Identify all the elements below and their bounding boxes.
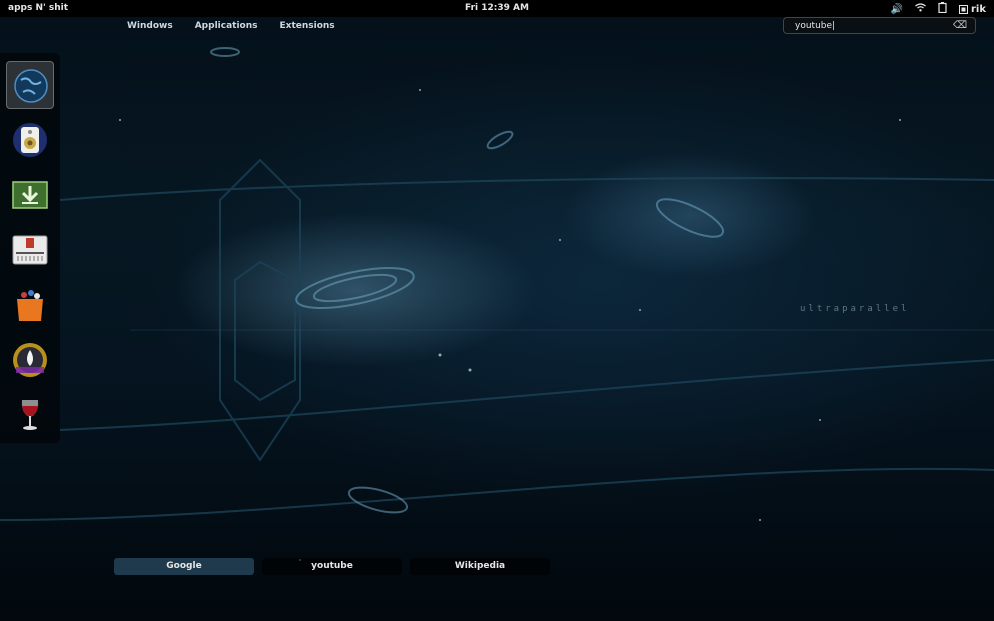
desktop: ultraparallel apps N' shit Fri 12:39 AM …	[0, 0, 994, 621]
wifi-icon[interactable]	[915, 3, 926, 15]
provider-wikipedia-button[interactable]: Wikipedia	[410, 558, 550, 575]
shopping-bag-icon	[17, 290, 43, 321]
user-icon	[958, 4, 968, 14]
clock[interactable]: Fri 12:39 AM	[0, 3, 994, 13]
dash-item-download[interactable]	[6, 171, 54, 219]
search-value: youtube|	[795, 21, 836, 31]
dash	[0, 53, 60, 443]
provider-google-button[interactable]: Google	[114, 558, 254, 575]
dash-item-globe[interactable]	[6, 61, 54, 109]
system-tray: 🔊 rik	[891, 2, 986, 16]
top-panel: apps N' shit Fri 12:39 AM 🔊 rik	[0, 0, 994, 17]
dash-item-wine[interactable]	[6, 391, 54, 439]
provider-youtube-button[interactable]: youtube	[262, 558, 402, 575]
mount-icon	[13, 343, 47, 377]
download-icon	[12, 181, 48, 209]
tab-applications[interactable]: Applications	[195, 21, 258, 31]
globe-icon	[14, 69, 48, 103]
speaker-icon	[13, 123, 47, 157]
dash-item-speaker[interactable]	[6, 116, 54, 164]
search-input[interactable]: youtube| ⌫	[783, 17, 976, 34]
search-providers: Google youtube Wikipedia	[114, 558, 550, 575]
user-menu[interactable]: rik	[958, 3, 986, 15]
wine-glass-icon	[21, 400, 39, 430]
user-name: rik	[970, 3, 986, 15]
volume-icon[interactable]: 🔊	[891, 4, 903, 15]
dash-item-mixer[interactable]	[6, 226, 54, 274]
clear-icon[interactable]: ⌫	[953, 20, 967, 31]
tab-extensions[interactable]: Extensions	[279, 21, 334, 31]
dash-item-mount[interactable]	[6, 336, 54, 384]
battery-icon[interactable]	[938, 2, 947, 16]
mixer-icon	[12, 235, 48, 265]
tab-windows[interactable]: Windows	[127, 21, 173, 31]
wallpaper-brand: ultraparallel	[800, 304, 910, 314]
dash-item-shopping-bag[interactable]	[6, 281, 54, 329]
overview-tabs: Windows Applications Extensions	[127, 21, 357, 31]
